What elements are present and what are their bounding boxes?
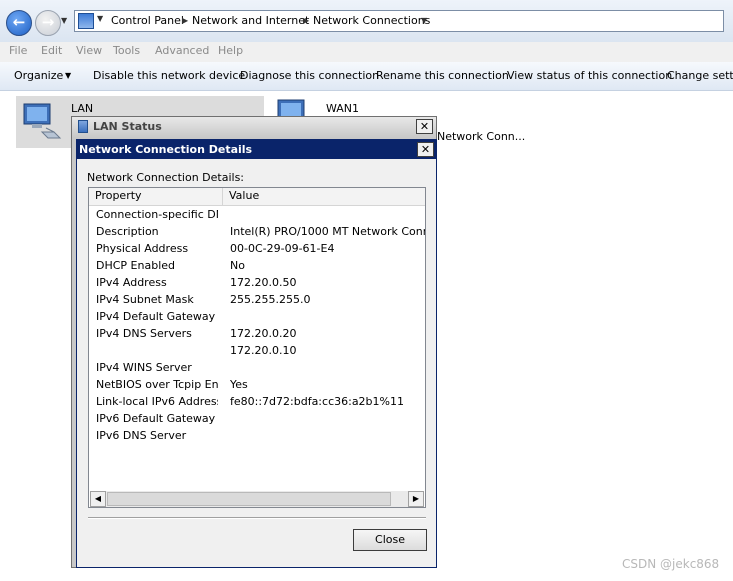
value-cell: No — [230, 259, 245, 272]
menu-help[interactable]: Help — [218, 44, 243, 57]
table-row[interactable]: NetBIOS over Tcpip En... Yes — [89, 376, 425, 393]
address-bar: ← → ▼ ▼ Control Panel ▶ Network and Inte… — [0, 0, 733, 42]
menu-edit[interactable]: Edit — [41, 44, 62, 57]
property-cell: Connection-specific DN... — [96, 208, 218, 221]
control-panel-icon — [78, 13, 94, 29]
back-arrow-icon[interactable]: ← — [6, 10, 32, 36]
organize-button[interactable]: Organize — [14, 69, 63, 82]
chevron-down-icon[interactable]: ▼ — [97, 14, 103, 23]
dialog-title: Network Connection Details — [79, 143, 253, 156]
scroll-right-icon[interactable]: ▶ — [408, 491, 424, 507]
menu-view[interactable]: View — [76, 44, 102, 57]
listview-header: Property Value — [89, 188, 425, 206]
table-row[interactable]: IPv4 Subnet Mask 255.255.255.0 — [89, 291, 425, 308]
table-row[interactable]: IPv4 Address 172.20.0.50 — [89, 274, 425, 291]
breadcrumb-control-panel[interactable]: Control Panel — [111, 14, 184, 27]
value-cell — [230, 308, 425, 325]
connection-details-dialog: Network Connection Details ✕ Network Con… — [76, 139, 437, 568]
property-cell: IPv4 DNS Servers — [96, 327, 192, 340]
value-cell — [230, 427, 425, 444]
menu-tools[interactable]: Tools — [113, 44, 140, 57]
property-cell: Description — [96, 225, 159, 238]
change-settings-button[interactable]: Change settin — [667, 69, 733, 82]
breadcrumb-network-connections[interactable]: Network Connections — [313, 14, 430, 27]
property-cell: DHCP Enabled — [96, 259, 176, 272]
property-cell: Physical Address — [96, 242, 189, 255]
property-cell — [96, 342, 218, 359]
table-row[interactable]: IPv4 DNS Servers 172.20.0.20 — [89, 325, 425, 342]
menu-file[interactable]: File — [9, 44, 27, 57]
connection-name: LAN — [71, 102, 94, 115]
value-cell: fe80::7d72:bdfa:cc36:a2b1%11 — [230, 395, 404, 408]
close-icon[interactable]: ✕ — [416, 119, 433, 134]
value-cell: 255.255.255.0 — [230, 293, 311, 306]
table-row[interactable]: Connection-specific DN... — [89, 206, 425, 223]
table-row[interactable]: IPv4 WINS Server — [89, 359, 425, 376]
scrollbar-thumb[interactable] — [107, 492, 391, 506]
table-row[interactable]: DHCP Enabled No — [89, 257, 425, 274]
forward-arrow-icon[interactable]: → — [35, 10, 61, 36]
property-cell: IPv6 DNS Server — [96, 429, 187, 442]
close-icon[interactable]: ✕ — [417, 142, 434, 157]
diagnose-button[interactable]: Diagnose this connection — [240, 69, 379, 82]
column-header-value[interactable]: Value — [223, 188, 425, 205]
address-input[interactable]: ▼ Control Panel ▶ Network and Internet ▶… — [74, 10, 724, 32]
property-cell: IPv4 Default Gateway — [96, 310, 216, 323]
value-cell: 172.20.0.20 — [230, 327, 297, 340]
menu-advanced[interactable]: Advanced — [155, 44, 209, 57]
chevron-down-icon[interactable]: ▼ — [65, 71, 71, 80]
value-cell: 172.20.0.10 — [230, 344, 297, 357]
table-row[interactable]: Link-local IPv6 Address fe80::7d72:bdfa:c… — [89, 393, 425, 410]
network-status-icon — [78, 120, 88, 133]
value-cell: 172.20.0.50 — [230, 276, 297, 289]
rename-button[interactable]: Rename this connection — [376, 69, 509, 82]
menu-bar: File Edit View Tools Advanced Help — [0, 42, 733, 62]
network-adapter-icon — [23, 103, 62, 139]
connection-device: Network Conn... — [437, 130, 526, 143]
value-cell — [230, 206, 425, 223]
title-bar[interactable]: LAN Status ✕ — [72, 117, 436, 137]
property-cell: NetBIOS over Tcpip En... — [96, 378, 218, 391]
property-cell: IPv4 Address — [96, 276, 167, 289]
watermark: CSDN @jekc868 — [622, 557, 720, 571]
column-header-property[interactable]: Property — [89, 188, 223, 205]
title-bar[interactable]: Network Connection Details ✕ — [77, 140, 436, 159]
window-title: LAN Status — [93, 120, 162, 133]
close-button[interactable]: Close — [353, 529, 427, 551]
chevron-right-icon[interactable]: ▶ — [182, 16, 188, 25]
view-status-button[interactable]: View status of this connection — [507, 69, 672, 82]
table-row[interactable]: Physical Address 00-0C-29-09-61-E4 — [89, 240, 425, 257]
property-cell: IPv6 Default Gateway — [96, 412, 216, 425]
divider — [88, 517, 426, 519]
table-row[interactable]: IPv6 Default Gateway — [89, 410, 425, 427]
disable-device-button[interactable]: Disable this network device — [93, 69, 245, 82]
value-cell — [230, 359, 425, 376]
table-row[interactable]: 172.20.0.10 — [89, 342, 425, 359]
horizontal-scrollbar[interactable]: ◀ ▶ — [90, 491, 424, 507]
property-cell: Link-local IPv6 Address — [96, 395, 218, 408]
details-caption: Network Connection Details: — [87, 171, 245, 184]
history-dropdown-icon[interactable]: ▼ — [61, 16, 67, 25]
breadcrumb-network-and-internet[interactable]: Network and Internet — [192, 14, 309, 27]
table-row[interactable]: IPv4 Default Gateway — [89, 308, 425, 325]
property-cell: IPv4 Subnet Mask — [96, 293, 194, 306]
value-cell: Yes — [230, 378, 248, 391]
chevron-down-icon[interactable]: ▼ — [421, 16, 427, 25]
property-cell: IPv4 WINS Server — [96, 361, 192, 374]
value-cell: Intel(R) PRO/1000 MT Network Connect — [230, 225, 425, 238]
value-cell: 00-0C-29-09-61-E4 — [230, 242, 335, 255]
table-row[interactable]: IPv6 DNS Server — [89, 427, 425, 444]
command-bar: Organize ▼ Disable this network device D… — [0, 62, 733, 91]
details-listview[interactable]: Property Value Connection-specific DN...… — [88, 187, 426, 508]
connection-name[interactable]: WAN1 — [326, 102, 359, 115]
chevron-right-icon[interactable]: ▶ — [303, 16, 309, 25]
scroll-left-icon[interactable]: ◀ — [90, 491, 106, 507]
value-cell — [230, 410, 425, 427]
table-row[interactable]: Description Intel(R) PRO/1000 MT Network … — [89, 223, 425, 240]
